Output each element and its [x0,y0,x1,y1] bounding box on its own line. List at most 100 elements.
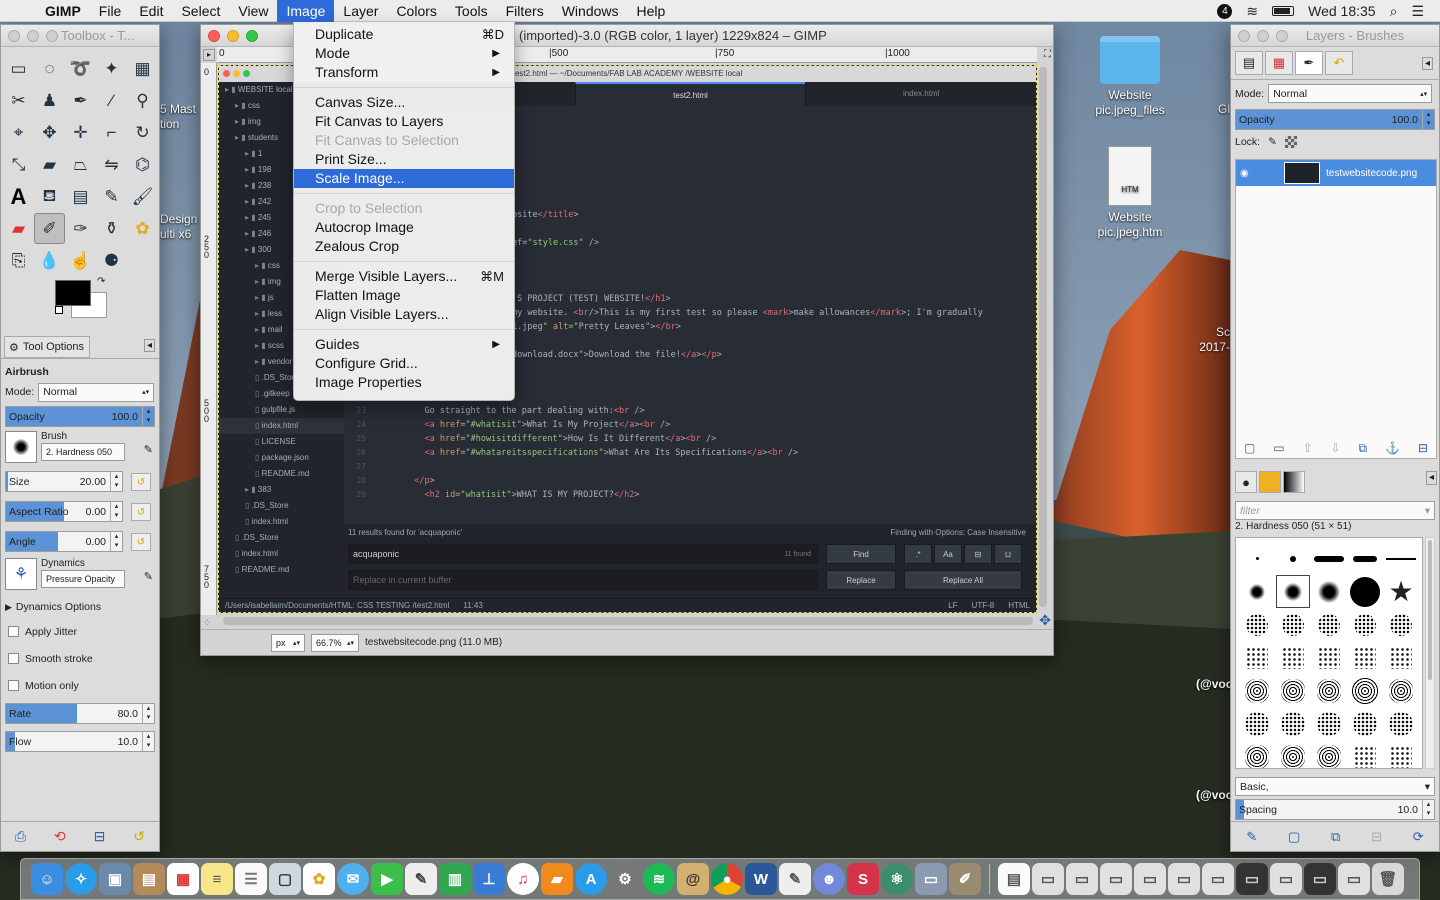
menu-item-flatten-image[interactable]: Flatten Image [294,286,514,305]
zoom-button[interactable] [46,29,58,42]
duplicate-brush-icon[interactable]: ⧉ [1331,829,1340,845]
brush-cell[interactable] [1276,608,1310,641]
app-store-icon[interactable]: A [575,863,607,895]
edit-brush-icon[interactable]: ✎ [1246,829,1257,845]
minimized-window-icon[interactable]: ▭ [1032,863,1064,895]
dodge-burn-icon[interactable]: ⚈ [96,245,127,276]
tab-gradients[interactable] [1283,471,1305,493]
close-button[interactable] [8,29,20,42]
paths-icon[interactable]: ✒ [65,85,96,116]
motion-only-checkbox[interactable]: Motion only [1,672,159,699]
minimize-button[interactable] [27,29,39,42]
clone-icon[interactable]: ✿ [127,213,158,244]
rotate-icon[interactable]: ↻ [127,117,158,148]
brush-cell[interactable] [1384,707,1418,740]
brush-cell[interactable] [1348,542,1382,575]
minimized-window-icon[interactable]: ▭ [1236,863,1268,895]
layer-name[interactable]: testwebsitecode.png [1326,168,1417,179]
menu-item-scale-image[interactable]: Scale Image... [294,169,514,188]
safari-icon[interactable]: ✧ [65,863,97,895]
foreground-select-icon[interactable]: ♟ [34,85,65,116]
lower-layer-icon[interactable]: ⇩ [1331,441,1341,455]
brush-cell[interactable] [1276,740,1310,768]
menu-item-fit-canvas-to-layers[interactable]: Fit Canvas to Layers [294,112,514,131]
menu-edit[interactable]: Edit [130,0,172,22]
brush-cell[interactable] [1240,707,1274,740]
reset-aspect-icon[interactable]: ↺ [131,503,151,521]
layer-opacity-slider[interactable]: Opacity 100.0 ▴ ▾ [1235,109,1435,130]
color-select-icon[interactable]: ▦ [127,53,158,84]
notes-icon[interactable]: ≡ [201,863,233,895]
size-slider[interactable]: Size 20.00 ▴ ▾ [5,471,123,492]
itunes-icon[interactable]: ♫ [507,863,539,895]
brush-cell[interactable]: ★ [1384,575,1418,608]
pages-icon[interactable]: ✎ [779,863,811,895]
brush-cell[interactable] [1240,575,1274,608]
minimized-window-icon[interactable]: ▭ [1066,863,1098,895]
menu-view[interactable]: View [229,0,277,22]
mode-select[interactable]: Normal ▴▾ [38,382,155,402]
tab-brushes[interactable]: ● [1235,471,1257,493]
brush-cell[interactable] [1312,608,1346,641]
bucket-fill-icon[interactable]: ⛾ [34,181,65,212]
zoom-select[interactable]: 66.7% ▴▾ [311,633,359,652]
reset-options-icon[interactable]: ↺ [133,828,145,845]
skype-icon[interactable]: S [847,863,879,895]
menu-colors[interactable]: Colors [387,0,445,22]
minimized-window-icon[interactable]: ▭ [1270,863,1302,895]
delete-options-icon[interactable]: ⊟ [94,828,106,845]
opacity-stepper[interactable]: ▴ ▾ [142,407,154,426]
minimized-window-icon[interactable]: ▭ [1304,863,1336,895]
zoom-button[interactable] [246,29,258,42]
menu-item-transform[interactable]: Transform ▶ [294,63,514,82]
photo-booth-icon[interactable]: ▢ [269,863,301,895]
foreground-color-swatch[interactable] [55,280,91,306]
mypaint-brush-icon[interactable]: ⚱ [96,213,127,244]
brush-cell[interactable] [1312,542,1346,575]
measure-icon[interactable]: ⌖ [3,117,34,148]
preview-icon[interactable]: ▣ [99,863,131,895]
gradient-icon[interactable]: ▤ [65,181,96,212]
system-preferences-icon[interactable]: ⚙ [609,863,641,895]
brush-cell[interactable] [1276,542,1310,575]
brush-cell[interactable] [1384,542,1418,575]
dynamics-preview[interactable]: ⚘ [5,558,37,590]
toolbox-titlebar[interactable]: Toolbox - T... [1,25,159,47]
quick-mask-corner[interactable]: ▸ [203,49,215,61]
smudge-icon[interactable]: ☝ [65,245,96,276]
brush-cell-selected[interactable] [1276,575,1310,608]
fuzzy-select-icon[interactable]: ✦ [96,53,127,84]
color-picker-icon[interactable]: ⁄ [96,85,127,116]
menu-item-mode[interactable]: Mode ▶ [294,44,514,63]
menu-help[interactable]: Help [628,0,675,22]
minimized-window-icon[interactable]: ▭ [1168,863,1200,895]
new-layer-group-icon[interactable]: ▭ [1273,441,1284,455]
menu-item-zealous-crop[interactable]: Zealous Crop [294,237,514,256]
swap-colors-icon[interactable]: ↷ [97,276,105,287]
ink-icon[interactable]: ✑ [65,213,96,244]
tab-channels[interactable]: ▦ [1265,51,1293,75]
brush-cell[interactable] [1276,707,1310,740]
menu-item-print-size[interactable]: Print Size... [294,150,514,169]
messages-icon[interactable]: ✉ [337,863,369,895]
eye-visibility-icon[interactable]: ◉ [1240,168,1254,179]
brush-cell[interactable] [1384,674,1418,707]
desktop-folder-website-files[interactable]: Website pic.jpeg_files [1082,36,1178,118]
screen-sharing-icon[interactable]: ▭ [915,863,947,895]
refresh-brushes-icon[interactable]: ⟳ [1413,829,1424,845]
minimize-button[interactable] [227,29,239,42]
brush-preview[interactable] [5,431,37,463]
layer-row[interactable]: ◉ testwebsitecode.png [1236,160,1436,186]
menu-item-duplicate[interactable]: Duplicate ⌘D [294,25,514,44]
panel-menu-icon[interactable]: ◂ [143,338,155,352]
new-layer-icon[interactable]: ▢ [1244,441,1255,455]
delete-brush-icon[interactable]: ⊟ [1371,829,1382,845]
flow-slider[interactable]: Flow 10.0 ▴ ▾ [5,731,155,752]
brush-cell[interactable] [1276,641,1310,674]
horizontal-scrollbar[interactable] [223,617,1033,625]
menu-item-merge-visible-layers[interactable]: Merge Visible Layers... ⌘M [294,267,514,286]
tab-undo[interactable]: ↶ [1325,51,1353,75]
lock-alpha-icon[interactable] [1284,136,1297,148]
reset-colors-icon[interactable] [55,306,63,314]
menu-item-guides[interactable]: Guides ▶ [294,335,514,354]
